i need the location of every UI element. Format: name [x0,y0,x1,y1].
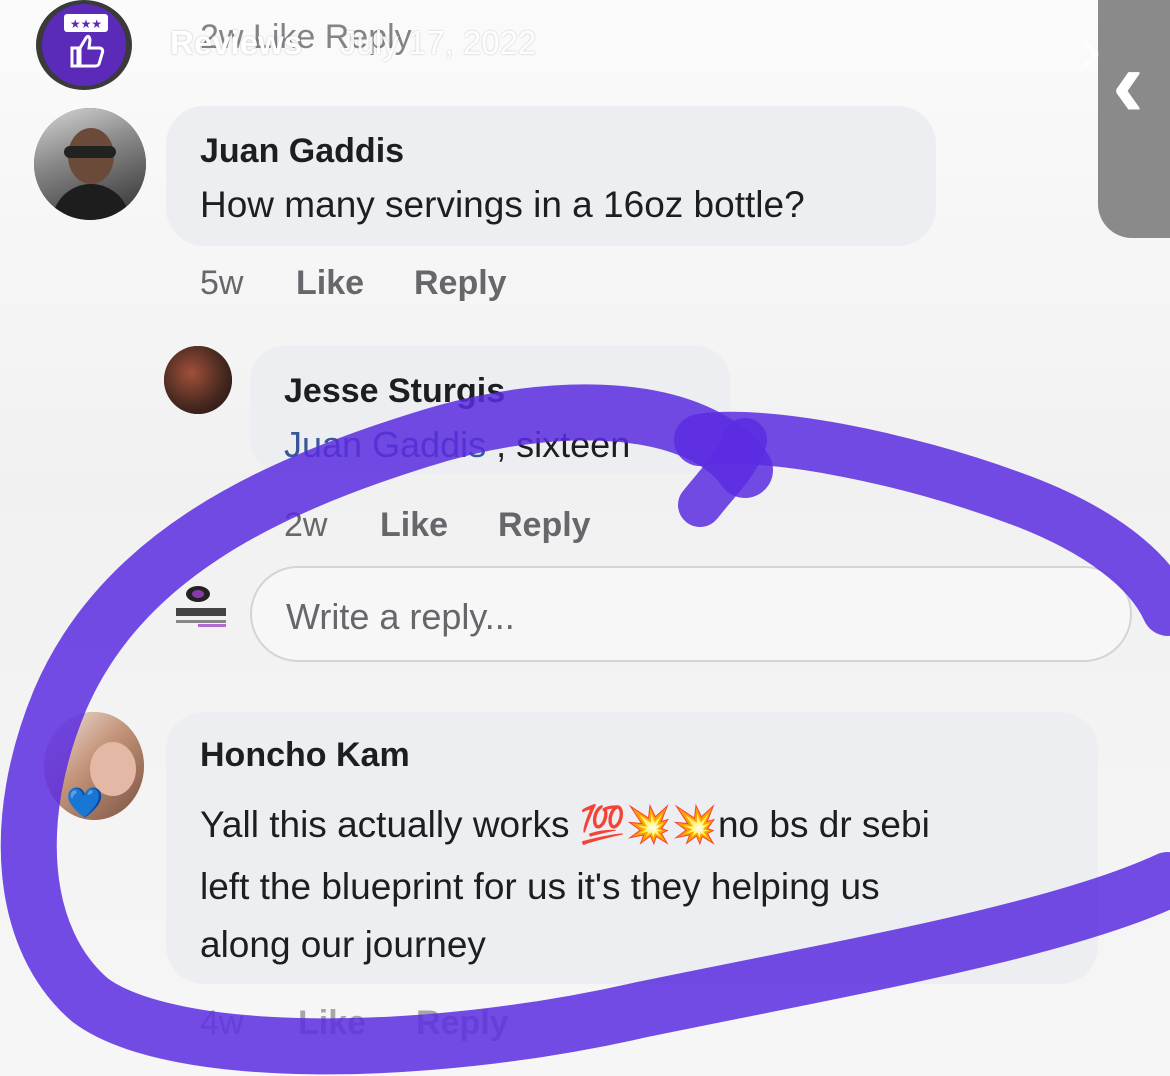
reply-button[interactable]: Reply [416,1004,509,1043]
comment-author[interactable]: Juan Gaddis [200,132,404,171]
like-button[interactable]: Like [298,1004,366,1043]
comment-text: How many servings in a 16oz bottle? [200,184,805,225]
reply-input[interactable]: Write a reply... [250,566,1132,662]
comment-time: 4w [200,1004,244,1042]
reply-text: Juan Gaddis , sixteen [284,424,630,466]
juan-gaddis-avatar[interactable] [34,108,146,220]
faint-chevron-icon: › [1078,10,1102,88]
comment-time: 5w [200,264,244,302]
mention-link[interactable]: Juan Gaddis [284,424,486,465]
brand-logo-icon [176,586,226,627]
reply-input-placeholder: Write a reply... [286,596,515,637]
svg-text:★★★: ★★★ [70,17,102,31]
side-panel-tab[interactable]: ‹ [1098,0,1170,238]
comment-text-part: Yall this actually works [200,804,580,845]
story-account-label[interactable]: Reviews [170,24,302,62]
comment-text-line-2: left the blueprint for us it's they help… [200,866,880,907]
comment-text-part: no bs dr sebi [717,804,930,845]
comment-author[interactable]: Jesse Sturgis [284,372,505,411]
like-button[interactable]: Like [380,506,448,545]
reply-button[interactable]: Reply [414,264,507,303]
heart-badge-icon: 💙 [66,787,104,820]
story-date-label: July 17, 2022 [340,24,537,61]
back-chevron-icon: ‹ [1112,30,1144,137]
comment-time: 2w [284,506,328,544]
jesse-sturgis-avatar[interactable] [164,346,232,414]
current-user-avatar [168,584,232,632]
reply-text-suffix: , sixteen [486,424,631,465]
like-button[interactable]: Like [296,264,364,303]
thumbs-up-review-icon: ★★★ [64,14,108,68]
reply-button[interactable]: Reply [498,506,591,545]
emoji-group-icon: 💯💥💥 [579,804,718,845]
reviews-account-avatar[interactable]: ★★★ [36,0,132,90]
comment-text-line-1: Yall this actually works 💯💥💥no bs dr seb… [200,804,930,847]
comment-text-line-3: along our journey [200,924,486,965]
comment-author[interactable]: Honcho Kam [200,736,410,775]
